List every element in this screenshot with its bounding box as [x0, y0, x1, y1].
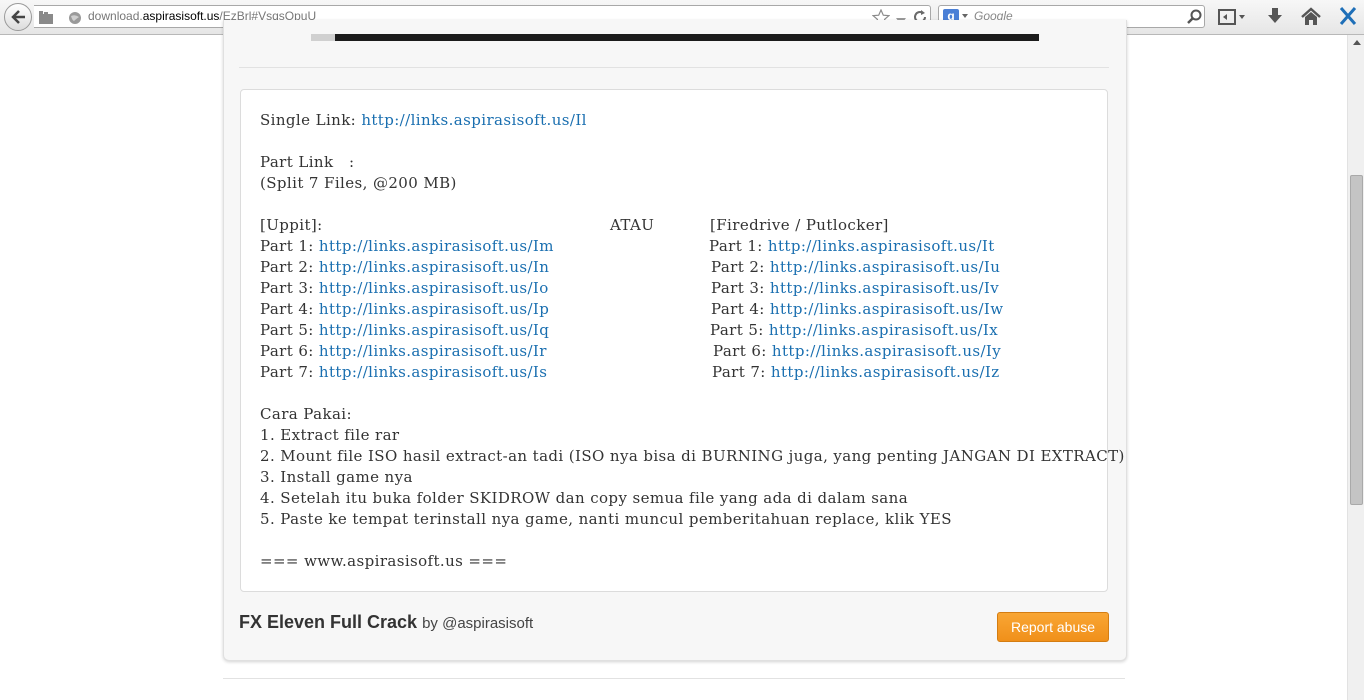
- post-title: FX Eleven Full Crack by @aspirasisoft: [239, 612, 533, 633]
- part-row: Part 4: http://links.aspirasisoft.us/Ip P…: [260, 299, 1125, 320]
- uppit-part-link[interactable]: http://links.aspirasisoft.us/Io: [319, 279, 549, 297]
- uppit-part-link[interactable]: http://links.aspirasisoft.us/Im: [319, 237, 554, 255]
- part-label: Part 5:: [260, 321, 319, 339]
- part-link-label: Part Link :: [260, 153, 355, 171]
- part-label: Part 5:: [710, 321, 769, 339]
- part-label: Part 7:: [712, 363, 771, 381]
- or-label: ATAU: [610, 216, 655, 234]
- part-label: Part 2:: [260, 258, 319, 276]
- part-row: Part 2: http://links.aspirasisoft.us/In P…: [260, 257, 1125, 278]
- home-icon[interactable]: [1301, 7, 1321, 31]
- page-bottom-divider: [223, 678, 1125, 679]
- part-row: Part 7: http://links.aspirasisoft.us/Is P…: [260, 362, 1125, 383]
- post-content: Single Link: http://links.aspirasisoft.u…: [240, 89, 1124, 592]
- split-info: (Split 7 Files, @200 MB): [260, 174, 457, 192]
- uppit-part-link[interactable]: http://links.aspirasisoft.us/Ir: [319, 342, 547, 360]
- part-label: Part 2:: [711, 258, 770, 276]
- part-label: Part 1:: [260, 237, 319, 255]
- part-label: Part 6:: [713, 342, 772, 360]
- single-link[interactable]: http://links.aspirasisoft.us/Il: [361, 111, 587, 129]
- vertical-scrollbar[interactable]: [1347, 35, 1364, 700]
- uppit-part-link[interactable]: http://links.aspirasisoft.us/In: [319, 258, 549, 276]
- addon-x-icon[interactable]: [1339, 6, 1357, 30]
- part-label: Part 1:: [709, 237, 768, 255]
- part-row: Part 1: http://links.aspirasisoft.us/Im P…: [260, 236, 1125, 257]
- usage-step: 5. Paste ke tempat terinstall nya game, …: [260, 510, 952, 528]
- part-label: Part 3:: [711, 279, 770, 297]
- uppit-part-link[interactable]: http://links.aspirasisoft.us/Ip: [319, 300, 549, 318]
- report-abuse-button[interactable]: Report abuse: [997, 612, 1109, 642]
- post-author[interactable]: by @aspirasisoft: [422, 615, 533, 632]
- uppit-part-link[interactable]: http://links.aspirasisoft.us/Is: [319, 363, 547, 381]
- part-label: Part 7:: [260, 363, 319, 381]
- back-button[interactable]: [4, 3, 32, 31]
- scroll-up-arrow-icon[interactable]: [1353, 40, 1361, 45]
- part-row: Part 6: http://links.aspirasisoft.us/Ir P…: [260, 341, 1125, 362]
- uppit-part-link[interactable]: http://links.aspirasisoft.us/Iq: [319, 321, 549, 339]
- part-label: Part 4:: [711, 300, 770, 318]
- part-label: Part 6:: [260, 342, 319, 360]
- uppit-header: [Uppit]:: [260, 216, 323, 234]
- part-label: Part 3:: [260, 279, 319, 297]
- search-icon[interactable]: [1187, 9, 1202, 28]
- usage-step: 3. Install game nya: [260, 468, 413, 486]
- single-link-row: Single Link: http://links.aspirasisoft.u…: [260, 110, 1125, 131]
- mirror-header-row: [Uppit]: ATAU [Firedrive / Putlocker]: [260, 215, 1125, 236]
- divider: [239, 67, 1109, 68]
- single-link-label: Single Link:: [260, 111, 362, 129]
- usage-step: 2. Mount file ISO hasil extract-an tadi …: [260, 447, 1125, 465]
- usage-step: 4. Setelah itu buka folder SKIDROW dan c…: [260, 489, 909, 507]
- firedrive-part-link[interactable]: http://links.aspirasisoft.us/Ix: [769, 321, 998, 339]
- firedrive-part-link[interactable]: http://links.aspirasisoft.us/Iw: [770, 300, 1004, 318]
- firedrive-part-link[interactable]: http://links.aspirasisoft.us/Iu: [770, 258, 1000, 276]
- back-arrow-icon: [11, 10, 25, 24]
- scrollbar-thumb[interactable]: [1350, 175, 1363, 505]
- part-row: Part 5: http://links.aspirasisoft.us/Iq P…: [260, 320, 1125, 341]
- usage-title: Cara Pakai:: [260, 405, 352, 423]
- post-image: [311, 34, 1039, 41]
- web-clipper-icon[interactable]: [1218, 7, 1246, 31]
- search-engine-dropdown-icon[interactable]: [962, 14, 968, 18]
- tab-groups-icon[interactable]: [38, 10, 54, 29]
- firedrive-part-link[interactable]: http://links.aspirasisoft.us/It: [768, 237, 995, 255]
- firedrive-part-link[interactable]: http://links.aspirasisoft.us/Iz: [771, 363, 1000, 381]
- firedrive-part-link[interactable]: http://links.aspirasisoft.us/Iv: [770, 279, 999, 297]
- post-card: Single Link: http://links.aspirasisoft.u…: [223, 20, 1127, 661]
- usage-step: 1. Extract file rar: [260, 426, 400, 444]
- post-title-text: FX Eleven Full Crack: [239, 612, 418, 632]
- part-label: Part 4:: [260, 300, 319, 318]
- part-row: Part 3: http://links.aspirasisoft.us/Io P…: [260, 278, 1125, 299]
- globe-icon: [68, 10, 82, 29]
- firedrive-header: [Firedrive / Putlocker]: [710, 216, 889, 234]
- download-icon[interactable]: [1266, 7, 1284, 31]
- signature: === www.aspirasisoft.us ===: [260, 552, 508, 570]
- firedrive-part-link[interactable]: http://links.aspirasisoft.us/Iy: [772, 342, 1001, 360]
